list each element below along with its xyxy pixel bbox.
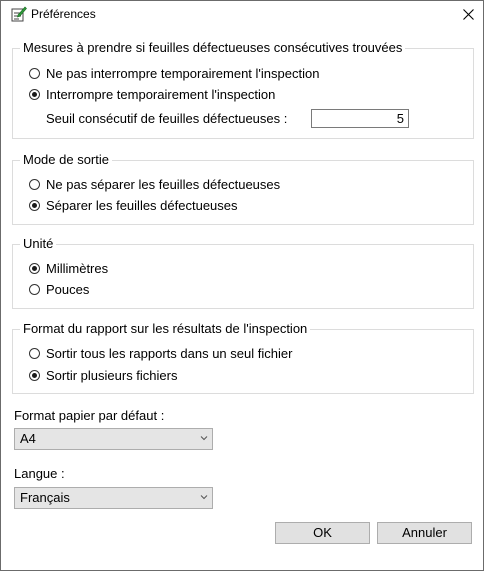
- radio-single-file[interactable]: Sortir tous les rapports dans un seul fi…: [29, 344, 292, 362]
- output-mode-title: Mode de sortie: [20, 152, 112, 168]
- radio-interrupt[interactable]: Interrompre temporairement l'inspection: [29, 85, 275, 103]
- language-select[interactable]: Français: [14, 487, 213, 509]
- radio-interrupt-label: Interrompre temporairement l'inspection: [46, 86, 276, 102]
- radio-interrupt-indicator[interactable]: [29, 88, 40, 100]
- defect-measures-group: Mesures à prendre si feuilles défectueus…: [12, 40, 474, 139]
- radio-single-file-indicator[interactable]: [29, 347, 40, 359]
- language-value: Français: [20, 490, 70, 505]
- radio-no-separate[interactable]: Ne pas séparer les feuilles défectueuses: [29, 175, 280, 193]
- radio-no-interrupt[interactable]: Ne pas interrompre temporairement l'insp…: [29, 64, 319, 82]
- title-bar: Préférences: [1, 1, 483, 28]
- radio-no-separate-label: Ne pas séparer les feuilles défectueuses: [46, 176, 281, 192]
- radio-multiple-files[interactable]: Sortir plusieurs fichiers: [29, 366, 178, 384]
- radio-multiple-files-indicator[interactable]: [29, 369, 40, 381]
- radio-inches-indicator[interactable]: [29, 283, 40, 295]
- radio-millimeters-label: Millimètres: [46, 260, 109, 276]
- radio-millimeters-indicator[interactable]: [29, 262, 40, 274]
- radio-no-interrupt-indicator[interactable]: [29, 67, 40, 79]
- radio-inches-label: Pouces: [46, 281, 90, 297]
- radio-separate[interactable]: Séparer les feuilles défectueuses: [29, 196, 238, 214]
- chevron-down-icon: [200, 436, 208, 441]
- cancel-button[interactable]: Annuler: [377, 522, 472, 544]
- settings-app-icon: [11, 6, 27, 22]
- radio-no-separate-indicator[interactable]: [29, 178, 40, 190]
- defect-measures-title: Mesures à prendre si feuilles défectueus…: [20, 40, 406, 56]
- window-title: Préférences: [31, 7, 96, 21]
- report-format-title: Format du rapport sur les résultats de l…: [20, 321, 311, 337]
- close-button[interactable]: [453, 1, 483, 27]
- output-mode-group: Mode de sortie Ne pas séparer les feuill…: [12, 152, 474, 225]
- preferences-dialog: Préférences Mesures à prendre si feuille…: [0, 0, 484, 571]
- unit-title: Unité: [20, 236, 57, 252]
- ok-button[interactable]: OK: [275, 522, 370, 544]
- report-format-group: Format du rapport sur les résultats de l…: [12, 321, 474, 394]
- unit-group: Unité Millimètres Pouces: [12, 236, 474, 309]
- radio-multiple-files-label: Sortir plusieurs fichiers: [46, 367, 178, 383]
- radio-no-interrupt-label: Ne pas interrompre temporairement l'insp…: [46, 65, 320, 81]
- chevron-down-icon: [200, 495, 208, 500]
- paper-format-value: A4: [20, 431, 36, 446]
- paper-format-select[interactable]: A4: [14, 428, 213, 450]
- close-icon: [462, 8, 474, 20]
- threshold-label: Seuil consécutif de feuilles défectueuse…: [46, 111, 288, 126]
- radio-millimeters[interactable]: Millimètres: [29, 259, 108, 277]
- paper-format-label: Format papier par défaut :: [14, 408, 165, 423]
- radio-separate-label: Séparer les feuilles défectueuses: [46, 197, 238, 213]
- threshold-input[interactable]: 5: [311, 109, 409, 128]
- radio-single-file-label: Sortir tous les rapports dans un seul fi…: [46, 345, 293, 361]
- language-label: Langue :: [14, 466, 65, 481]
- radio-separate-indicator[interactable]: [29, 199, 40, 211]
- radio-inches[interactable]: Pouces: [29, 280, 89, 298]
